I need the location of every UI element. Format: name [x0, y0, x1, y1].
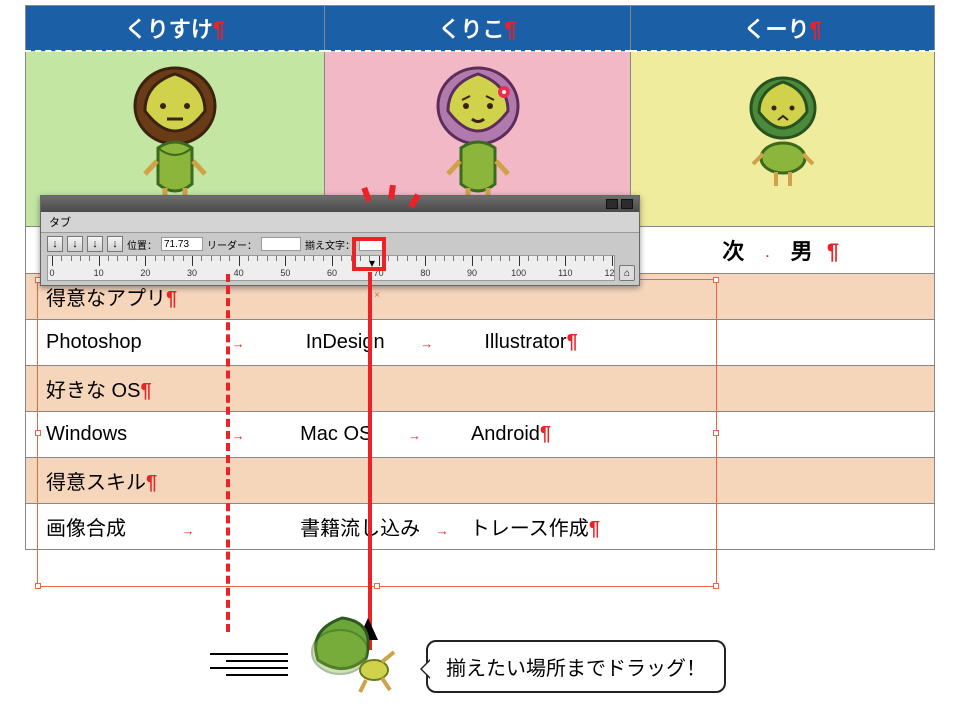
pilcrow-icon: ¶ [504, 17, 516, 42]
drag-line [368, 272, 372, 650]
chestnut-character-kuuri [733, 66, 833, 206]
data-row: Windows → Mac OS → Android¶ [26, 412, 935, 458]
position-input[interactable] [161, 237, 203, 251]
leader-input[interactable] [261, 237, 301, 251]
center-tab-button[interactable]: ↓ [67, 236, 83, 252]
text: 男 [791, 239, 817, 264]
col-header-3: くーり¶ [631, 6, 935, 51]
chestnut-character-kuriko [418, 56, 538, 216]
align-char-label: 揃え文字： [305, 237, 355, 252]
left-tab-button[interactable]: ↓ [47, 236, 63, 252]
panel-tab-label[interactable]: タブ [41, 212, 639, 233]
chestnut-character-running [300, 612, 400, 702]
leader-label: リーダー： [207, 237, 257, 252]
panel-titlebar[interactable] [41, 196, 639, 212]
heading-row: 好きな OS¶ [26, 366, 935, 412]
right-tab-button[interactable]: ↓ [87, 236, 103, 252]
motion-lines-icon [210, 648, 288, 681]
highlight-box [352, 237, 386, 271]
bubble-text: 揃えたい場所までドラッグ！ [446, 658, 706, 680]
text: 次 [722, 239, 748, 264]
pilcrow-icon: ¶ [810, 17, 822, 42]
data-row: 画像合成 → 書籍流し込み → トレース作成¶ [26, 504, 935, 550]
cell-jinan: 次 . 男 ¶ [631, 227, 935, 274]
tab-panel[interactable]: タブ ↓ ↓ ↓ ↓ 位置： リーダー： 揃え文字： 0102030405060… [40, 195, 640, 286]
pilcrow-icon: ¶ [827, 239, 843, 264]
heading-row: 得意スキル¶ [26, 458, 935, 504]
tab-controls-row: ↓ ↓ ↓ ↓ 位置： リーダー： 揃え文字： [41, 233, 639, 255]
tab-arrow-icon: → [232, 336, 245, 351]
pilcrow-icon: ¶ [213, 17, 225, 42]
col-header-2: くりこ¶ [324, 6, 631, 51]
speech-bubble: 揃えたい場所までドラッグ！ [426, 640, 726, 693]
data-row: Photoshop → InDesign → Illustrator¶ [26, 320, 935, 366]
guide-line-dashed [226, 274, 230, 632]
col-header-1: くりすけ¶ [26, 6, 325, 51]
char-cell-3 [631, 51, 935, 227]
tab-ruler[interactable]: 0102030405060708090100110120 ▾ [47, 255, 615, 281]
snap-magnet-button[interactable]: ⌂ [619, 265, 635, 281]
panel-close-button[interactable] [621, 199, 633, 209]
panel-collapse-button[interactable] [606, 199, 618, 209]
table-header-row: くりすけ¶ くりこ¶ くーり¶ [26, 6, 935, 51]
position-label: 位置： [127, 237, 157, 252]
decimal-tab-button[interactable]: ↓ [107, 236, 123, 252]
heading-text: 得意なアプリ [46, 288, 166, 310]
chestnut-character-kurisuke [115, 56, 235, 216]
